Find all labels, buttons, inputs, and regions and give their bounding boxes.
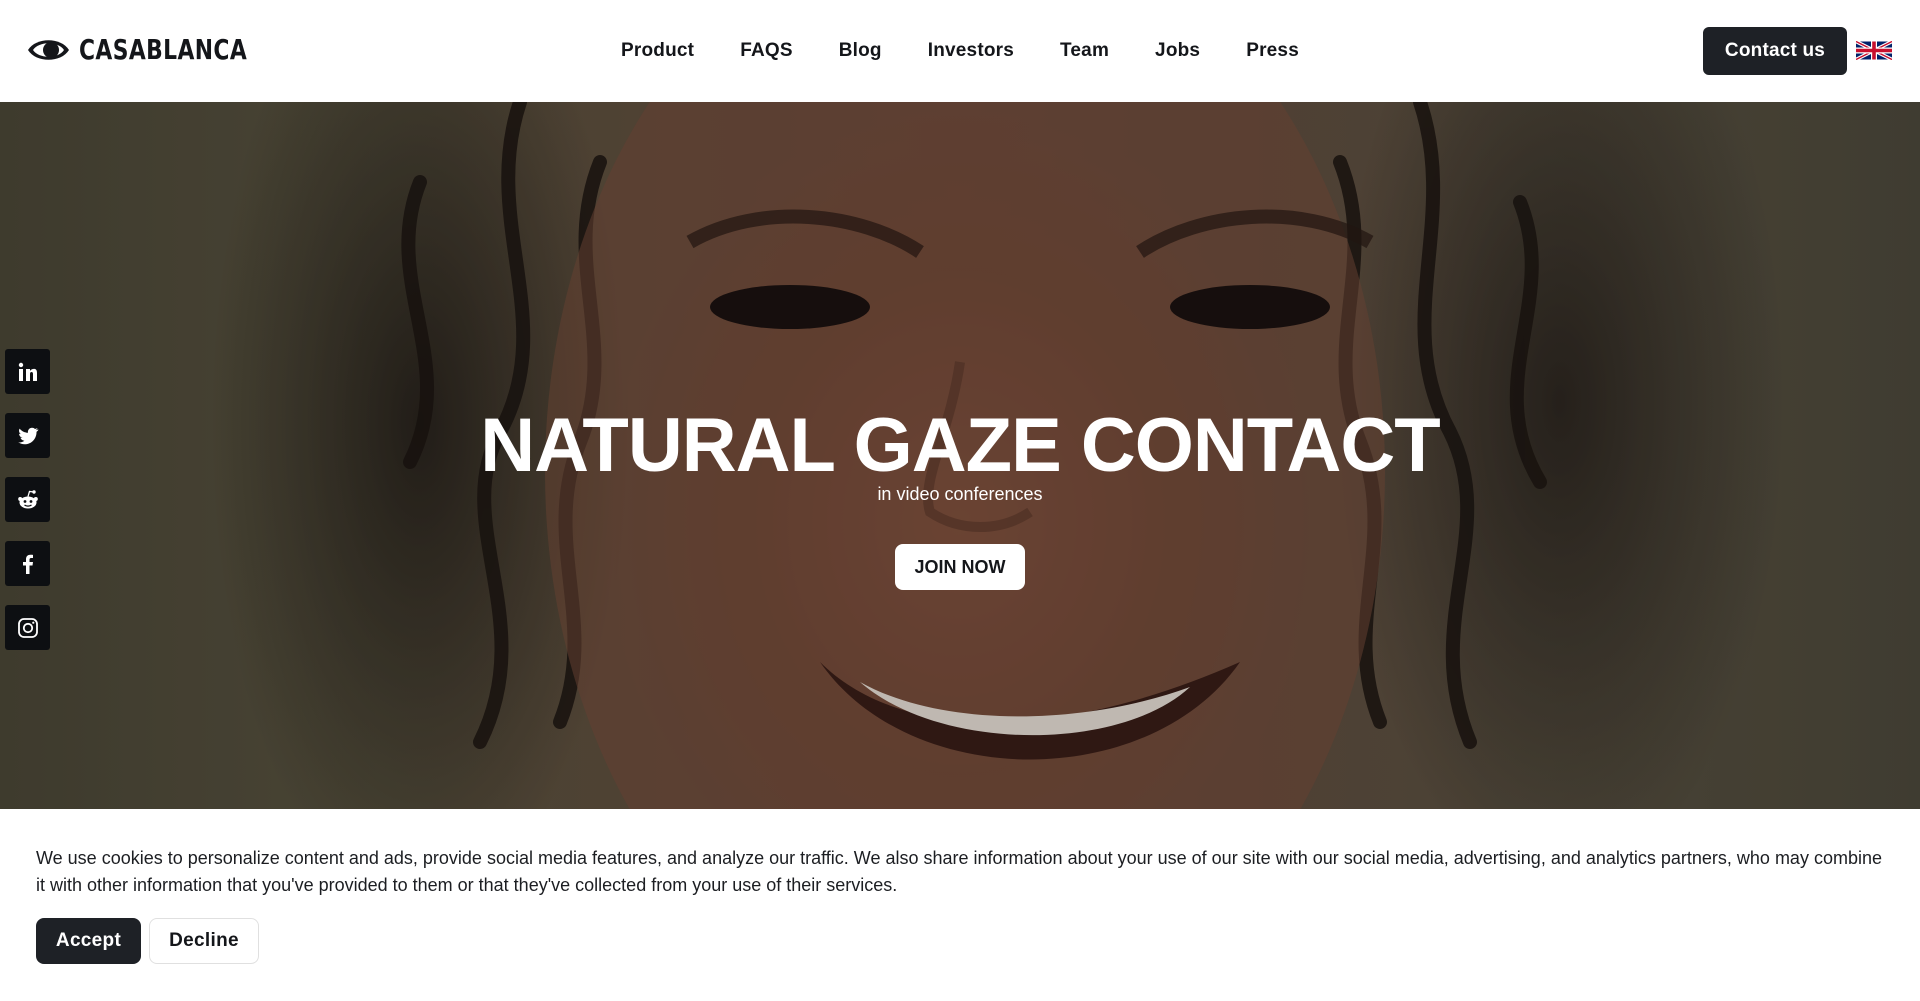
twitter-button[interactable] bbox=[5, 413, 50, 458]
logo[interactable]: CASABLANCA bbox=[27, 32, 295, 68]
instagram-icon bbox=[17, 617, 38, 638]
nav-item-press[interactable]: Press bbox=[1223, 40, 1322, 62]
contact-button[interactable]: Contact us bbox=[1703, 27, 1847, 75]
nav-item-investors[interactable]: Investors bbox=[905, 40, 1037, 62]
reddit-icon bbox=[17, 489, 38, 508]
site-header: CASABLANCA Product FAQS Blog Investors T… bbox=[0, 0, 1920, 102]
main-nav: Product FAQS Blog Investors Team Jobs Pr… bbox=[598, 0, 1322, 102]
reddit-button[interactable] bbox=[5, 477, 50, 522]
twitter-icon bbox=[17, 427, 38, 444]
accept-cookies-button[interactable]: Accept bbox=[36, 918, 141, 964]
social-rail bbox=[5, 349, 50, 669]
nav-item-faqs[interactable]: FAQS bbox=[717, 40, 816, 62]
hero-title: NATURAL GAZE CONTACT bbox=[480, 403, 1440, 488]
hero-section: NATURAL GAZE CONTACT in video conference… bbox=[0, 102, 1920, 809]
facebook-button[interactable] bbox=[5, 541, 50, 586]
facebook-icon bbox=[22, 554, 33, 574]
decline-cookies-button[interactable]: Decline bbox=[149, 918, 259, 964]
cookie-banner: We use cookies to personalize content an… bbox=[0, 809, 1920, 1001]
uk-flag-icon[interactable] bbox=[1856, 41, 1892, 60]
linkedin-icon bbox=[18, 362, 37, 381]
nav-item-blog[interactable]: Blog bbox=[816, 40, 905, 62]
instagram-button[interactable] bbox=[5, 605, 50, 650]
join-now-button[interactable]: JOIN NOW bbox=[895, 544, 1025, 590]
nav-item-jobs[interactable]: Jobs bbox=[1132, 40, 1223, 62]
linkedin-button[interactable] bbox=[5, 349, 50, 394]
hero-subtitle: in video conferences bbox=[877, 484, 1043, 504]
logo-text: CASABLANCA bbox=[79, 33, 248, 66]
cookie-text: We use cookies to personalize content an… bbox=[36, 848, 1882, 895]
nav-item-team[interactable]: Team bbox=[1037, 40, 1132, 62]
nav-item-product[interactable]: Product bbox=[598, 40, 717, 62]
eye-icon bbox=[28, 40, 69, 60]
